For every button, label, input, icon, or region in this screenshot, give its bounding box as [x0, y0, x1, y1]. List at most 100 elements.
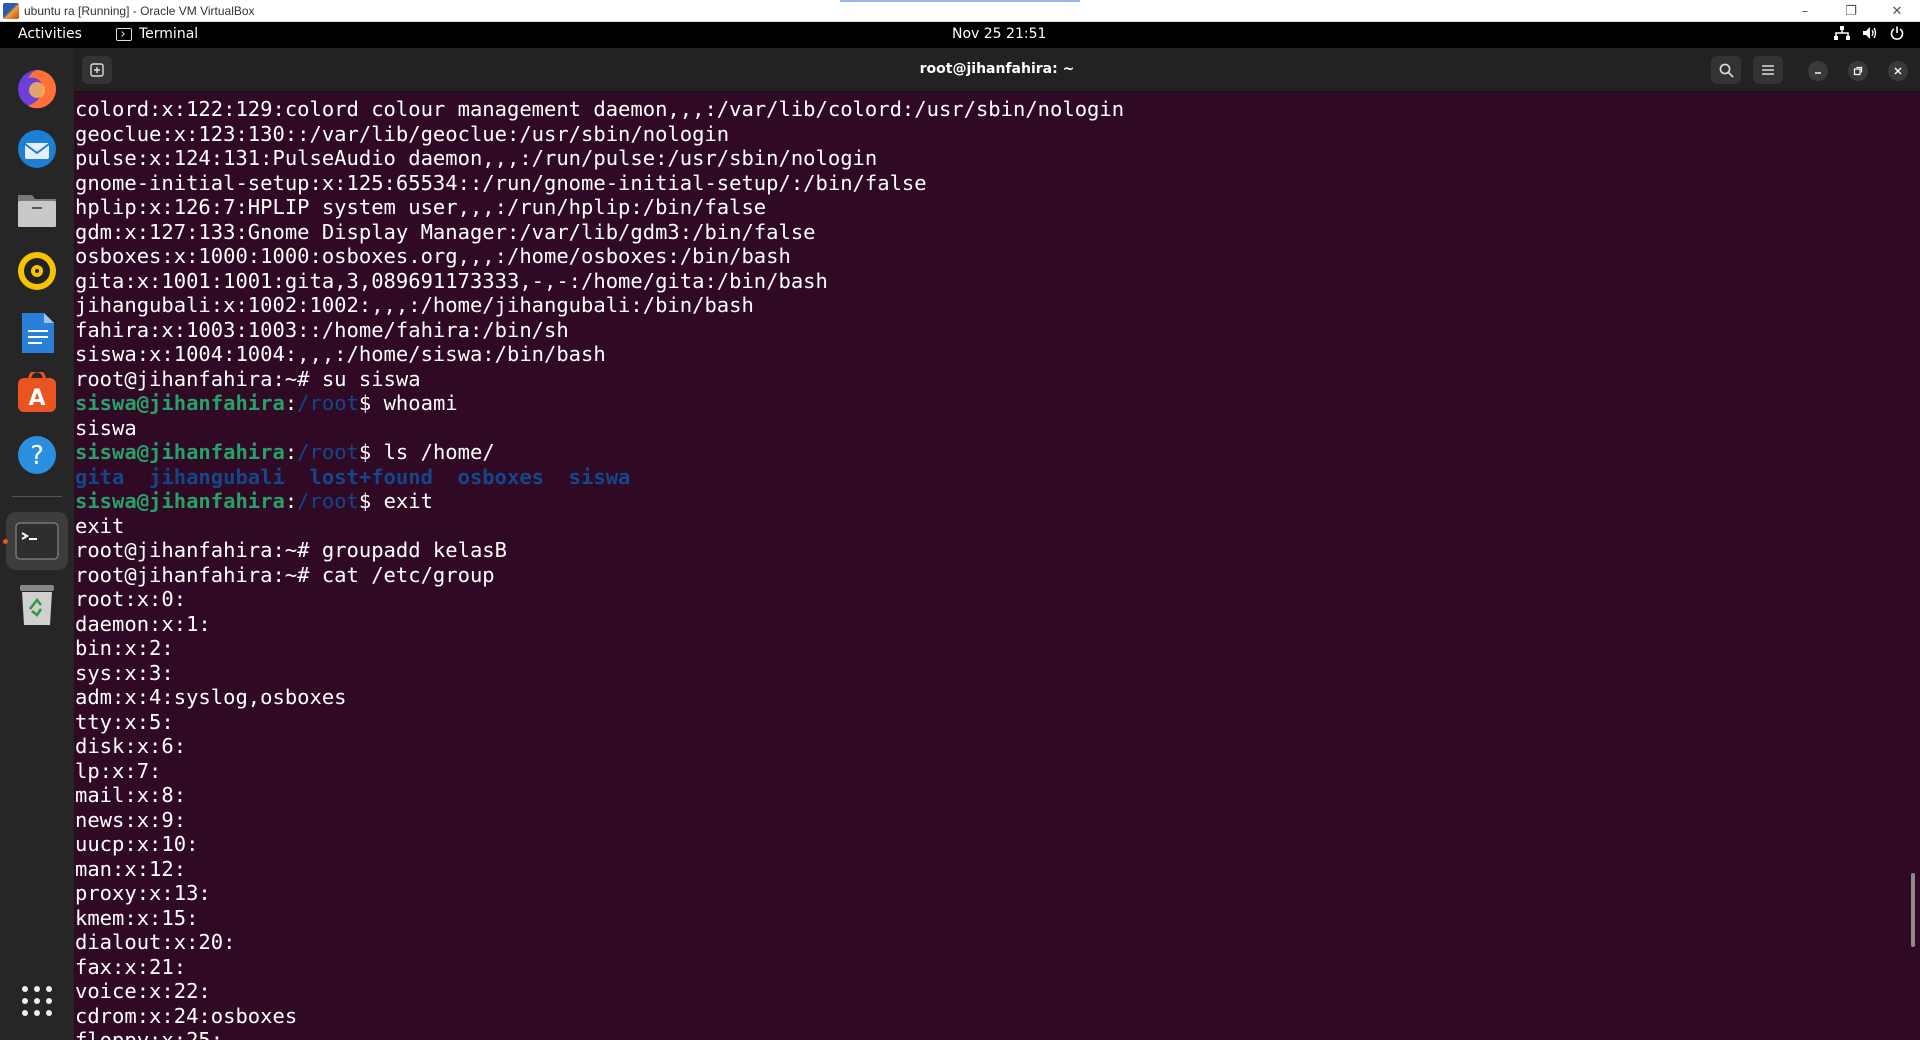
- terminal-line: fax:x:21:: [75, 954, 187, 979]
- terminal-line: bin:x:2:: [75, 636, 174, 660]
- terminal-line: man:x:12:: [75, 856, 187, 881]
- terminal-window: root@jihanfahira: ~ colord:x:122:129:col…: [74, 48, 1920, 1040]
- volume-icon: [1862, 26, 1878, 40]
- terminal-line: geoclue:x:123:130::/var/lib/geoclue:/usr…: [75, 121, 730, 146]
- terminal-line: fahira:x:1003:1003::/home/fahira:/bin/sh: [75, 317, 569, 342]
- terminal-line: sys:x:3:: [75, 660, 174, 685]
- app-menu-button[interactable]: Terminal: [116, 26, 198, 42]
- prompt-path: /root: [297, 489, 359, 513]
- trash-icon[interactable]: [14, 582, 60, 628]
- search-icon: [1719, 63, 1734, 78]
- terminal-line: gdm:x:127:133:Gnome Display Manager:/var…: [75, 219, 816, 244]
- thunderbird-icon[interactable]: [14, 126, 60, 172]
- virtualbox-window-title: ubuntu ra [Running] - Oracle VM VirtualB…: [24, 3, 255, 18]
- minimize-icon: [1815, 72, 1821, 74]
- terminal-line: adm:x:4:syslog,osboxes: [75, 685, 347, 709]
- terminal-line: colord:x:122:129:colord colour managemen…: [75, 97, 1125, 121]
- hamburger-icon: [1762, 65, 1774, 75]
- search-button[interactable]: [1711, 56, 1741, 84]
- vbox-close-button[interactable]: ✕: [1874, 0, 1920, 22]
- terminal-line: cdrom:x:24:osboxes: [75, 1003, 298, 1028]
- prompt-separator: :: [284, 391, 298, 415]
- ubuntu-software-icon[interactable]: A: [14, 370, 60, 416]
- prompt-symbol: $: [358, 391, 384, 415]
- system-tray[interactable]: [1834, 26, 1904, 40]
- firefox-icon[interactable]: [14, 66, 60, 112]
- help-icon[interactable]: ?: [14, 432, 60, 478]
- minimize-button[interactable]: [1808, 61, 1828, 81]
- terminal-line: root:x:0:: [75, 587, 187, 611]
- terminal-line: root@jihanfahira:~# su siswa: [75, 366, 421, 391]
- terminal-line: root@jihanfahira:~# cat /etc/group: [75, 562, 495, 587]
- svg-text:?: ?: [30, 441, 44, 471]
- terminal-line: osboxes:x:1000:1000:osboxes.org,,,:/home…: [75, 244, 791, 268]
- terminal-line: siswa:x:1004:1004:,,,:/home/siswa:/bin/b…: [75, 342, 606, 366]
- prompt-symbol: $: [358, 489, 384, 513]
- virtualbox-window-controls: – ❐ ✕: [1782, 0, 1920, 22]
- terminal-line: hplip:x:126:7:HPLIP system user,,,:/run/…: [75, 195, 767, 219]
- prompt-path: /root: [297, 391, 359, 415]
- command-text: exit: [383, 489, 433, 513]
- running-indicator: [3, 539, 8, 544]
- terminal-scrollbar[interactable]: [1911, 873, 1915, 947]
- terminal-line: gnome-initial-setup:x:125:65534::/run/gn…: [75, 170, 927, 195]
- menu-button[interactable]: [1753, 56, 1783, 84]
- terminal-line: news:x:9:: [75, 807, 187, 832]
- close-icon: [1894, 67, 1902, 75]
- virtualbox-titlebar: ubuntu ra [Running] - Oracle VM VirtualB…: [0, 0, 1920, 22]
- vbox-restore-button[interactable]: ❐: [1828, 0, 1874, 22]
- command-text: ls /home/: [383, 440, 495, 464]
- restore-icon: [1853, 66, 1863, 76]
- clock[interactable]: Nov 25 21:51: [952, 26, 1046, 42]
- prompt-user: siswa@jihanfahira: [75, 489, 285, 513]
- rhythmbox-icon[interactable]: [14, 248, 60, 294]
- terminal-headerbar: root@jihanfahira: ~: [74, 48, 1920, 92]
- gnome-top-bar: Activities Terminal Nov 25 21:51: [0, 22, 1920, 48]
- terminal-line: pulse:x:124:131:PulseAudio daemon,,,:/ru…: [75, 146, 878, 170]
- terminal-line: proxy:x:13:: [75, 881, 211, 905]
- prompt-user: siswa@jihanfahira: [75, 391, 285, 415]
- terminal-line: siswa@jihanfahira:/root$ exit: [75, 489, 1124, 514]
- terminal-line: gita:x:1001:1001:gita,3,089691173333,-,-…: [75, 268, 828, 293]
- terminal-line: tty:x:5:: [75, 709, 174, 734]
- terminal-line: gita jihangubali lost+found osboxes sisw…: [75, 465, 1124, 490]
- terminal-line: lp:x:7:: [75, 758, 162, 783]
- prompt-symbol: $: [358, 440, 384, 464]
- terminal-output: colord:x:122:129:colord colour managemen…: [75, 97, 1124, 1040]
- terminal-line: jihangubali:x:1002:1002:,,,:/home/jihang…: [75, 293, 754, 317]
- dock-separator: [12, 496, 62, 497]
- show-apps-icon[interactable]: [14, 978, 60, 1024]
- prompt-separator: :: [284, 440, 298, 464]
- network-icon: [1834, 26, 1850, 40]
- power-icon: [1890, 26, 1904, 40]
- activities-button[interactable]: Activities: [18, 26, 82, 42]
- dock: A ?: [0, 48, 74, 1040]
- directory-listing: gita jihangubali lost+found osboxes sisw…: [75, 464, 631, 489]
- apps-grid-glyph: [22, 986, 52, 1016]
- app-menu-label: Terminal: [139, 26, 199, 42]
- terminal-line: disk:x:6:: [75, 734, 187, 758]
- terminal-line: kmem:x:15:: [75, 905, 199, 930]
- vbox-minimize-button[interactable]: –: [1782, 0, 1828, 22]
- prompt-separator: :: [284, 489, 298, 513]
- maximize-button[interactable]: [1848, 61, 1868, 81]
- terminal-title: root@jihanfahira: ~: [919, 61, 1075, 77]
- files-icon[interactable]: [14, 186, 60, 232]
- svg-text:A: A: [28, 386, 45, 411]
- libreoffice-writer-icon[interactable]: [14, 310, 60, 356]
- terminal-icon[interactable]: [14, 518, 60, 564]
- command-text: whoami: [383, 391, 458, 415]
- prompt-path: /root: [297, 440, 359, 464]
- prompt-user: siswa@jihanfahira: [75, 440, 285, 464]
- terminal-line: siswa: [75, 415, 137, 440]
- terminal-line: mail:x:8:: [75, 783, 187, 807]
- virtualbox-app-icon: [3, 2, 19, 19]
- terminal-line: dialout:x:20:: [75, 930, 236, 954]
- terminal-line: floppy:x:25:: [75, 1028, 224, 1040]
- terminal-content[interactable]: colord:x:122:129:colord colour managemen…: [74, 92, 1920, 1040]
- terminal-line: root@jihanfahira:~# groupadd kelasB: [75, 538, 507, 562]
- close-button[interactable]: [1888, 61, 1908, 81]
- terminal-line: uucp:x:10:: [75, 832, 199, 856]
- terminal-line: exit: [75, 513, 125, 538]
- terminal-line: siswa@jihanfahira:/root$ whoami: [75, 391, 1124, 416]
